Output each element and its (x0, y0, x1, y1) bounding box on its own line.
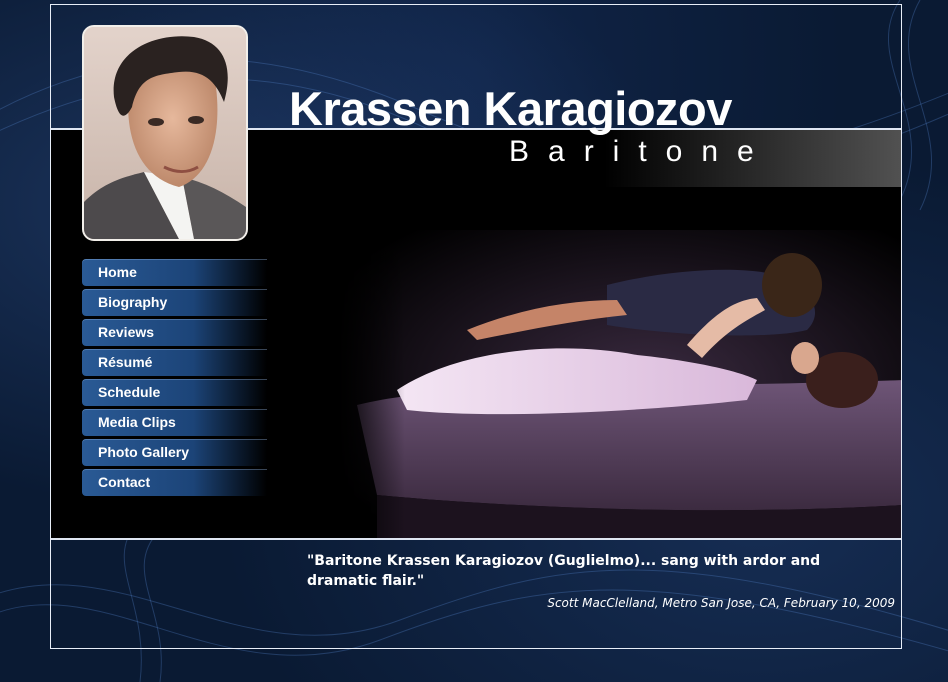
nav-item-biography[interactable]: Biography (82, 289, 267, 316)
nav-item-contact[interactable]: Contact (82, 469, 267, 496)
site-subtitle: Baritone (509, 135, 773, 168)
portrait-photo-icon (82, 25, 248, 241)
nav-item-reviews[interactable]: Reviews (82, 319, 267, 346)
nav-item-label: Contact (98, 474, 151, 490)
review-attribution: Scott MacClelland, Metro San Jose, CA, F… (547, 596, 895, 610)
nav-item-resume[interactable]: Résumé (82, 349, 267, 376)
nav-item-media-clips[interactable]: Media Clips (82, 409, 267, 436)
stage-scene-photo-icon (337, 230, 901, 538)
nav-item-label: Photo Gallery (98, 444, 190, 460)
main-navigation: Home Biography Reviews Résumé Schedule M… (82, 259, 267, 499)
nav-item-photo-gallery[interactable]: Photo Gallery (82, 439, 267, 466)
nav-item-label: Home (98, 264, 137, 280)
footer-divider (51, 538, 901, 540)
site-title: Krassen Karagiozov (289, 82, 732, 135)
nav-item-label: Media Clips (98, 414, 176, 430)
nav-item-home[interactable]: Home (82, 259, 267, 286)
nav-item-schedule[interactable]: Schedule (82, 379, 267, 406)
nav-item-label: Schedule (98, 384, 161, 400)
nav-item-label: Biography (98, 294, 168, 310)
nav-item-label: Résumé (98, 354, 153, 370)
nav-item-label: Reviews (98, 324, 155, 340)
review-quote: "Baritone Krassen Karagiozov (Guglielmo)… (307, 553, 821, 589)
